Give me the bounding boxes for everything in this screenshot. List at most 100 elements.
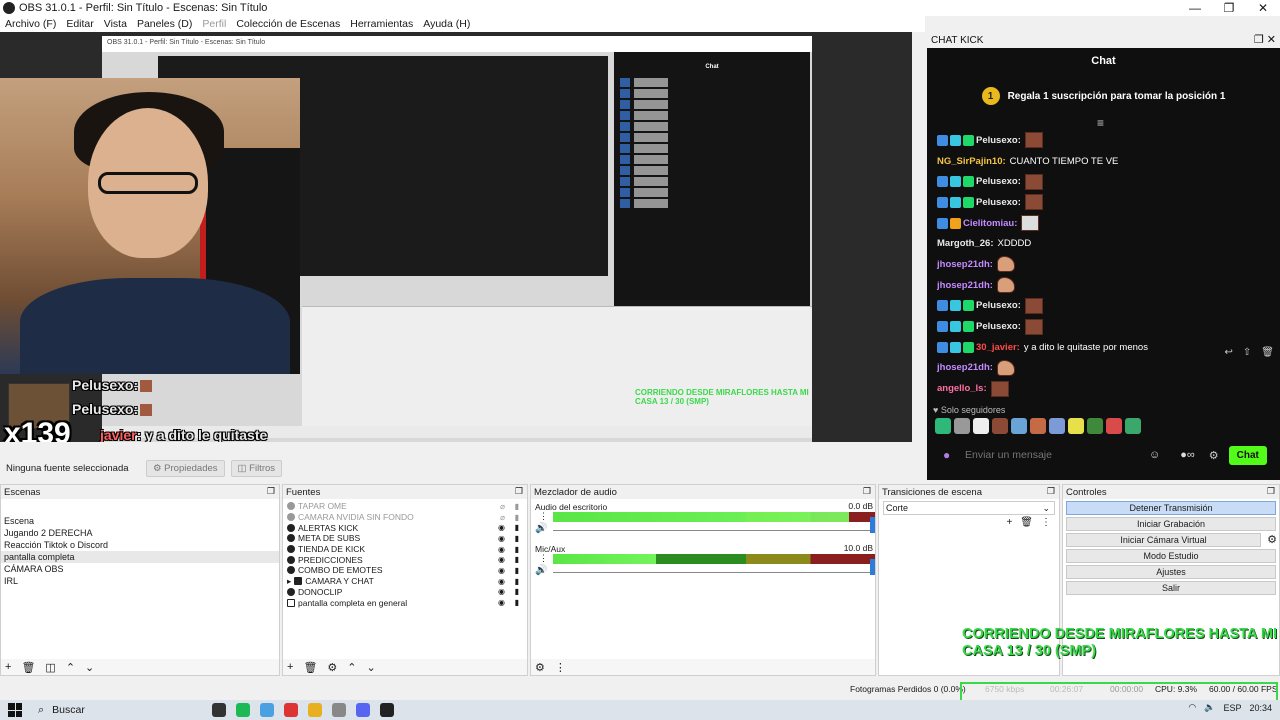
menu-coleccion-escenas[interactable]: Colección de Escenas	[231, 18, 345, 30]
emote-icon[interactable]	[954, 418, 970, 434]
channel-menu-icon[interactable]: ⋮	[539, 511, 548, 522]
scene-item[interactable]: CÁMARA OBS	[1, 563, 279, 575]
menu-vista[interactable]: Vista	[99, 18, 132, 30]
start-virtual-camera-button[interactable]: Iniciar Cámara Virtual	[1066, 533, 1261, 547]
menu-editar[interactable]: Editar	[61, 18, 98, 30]
add-transition-icon[interactable]: +	[1006, 517, 1012, 528]
mic-icon[interactable]: ●	[943, 448, 957, 462]
send-chat-button[interactable]: Chat	[1228, 445, 1267, 465]
dock-float-icon[interactable]: ❐	[1047, 486, 1055, 497]
settings-button[interactable]: Ajustes	[1066, 565, 1276, 579]
scene-item[interactable]: Jugando 2 DERECHA	[1, 527, 279, 539]
close-button[interactable]: ✕	[1246, 0, 1280, 16]
move-down-icon[interactable]: ⌄	[85, 661, 94, 674]
menu-perfil[interactable]: Perfil	[197, 18, 231, 30]
source-item[interactable]: TIENDA DE KICK ◉ ▮	[283, 544, 527, 555]
chat-message[interactable]: jhosep21dh:	[937, 358, 1272, 379]
slider-handle[interactable]	[870, 517, 875, 533]
emote-icon[interactable]	[1049, 418, 1065, 434]
move-up-icon[interactable]: ⌃	[347, 661, 356, 674]
clock[interactable]: 20:34	[1249, 703, 1272, 713]
properties-button[interactable]: ⚙ Propiedades	[146, 459, 225, 477]
emote-icon[interactable]	[935, 418, 951, 434]
dock-float-icon[interactable]: ❐	[863, 486, 871, 497]
source-item[interactable]: ALERTAS KICK ◉ ▮	[283, 522, 527, 533]
advanced-audio-icon[interactable]: ⚙	[535, 661, 545, 674]
app-icon[interactable]	[284, 703, 298, 717]
source-item[interactable]: CAMARA NVIDIA SIN FONDO ⌀ ▮	[283, 512, 527, 523]
slider-handle[interactable]	[870, 559, 875, 575]
chat-message[interactable]: Pelusexo:	[937, 171, 1272, 192]
source-item[interactable]: TAPAR OME ⌀ ▮	[283, 501, 527, 512]
source-item[interactable]: COMBO DE EMOTES ◉ ▮	[283, 565, 527, 576]
spotify-icon[interactable]	[236, 703, 250, 717]
dock-float-icon[interactable]: ❐	[1267, 486, 1275, 497]
app-icon[interactable]	[332, 703, 346, 717]
transition-menu-icon[interactable]: ⋮	[1041, 517, 1051, 528]
chat-paused-icon[interactable]: ≡	[1097, 116, 1104, 130]
chat-message[interactable]: Pelusexo:	[937, 192, 1272, 213]
menu-archivo[interactable]: Archivo (F)	[0, 18, 61, 30]
channel-points-icon[interactable]: ●∞	[1180, 449, 1195, 461]
remove-source-icon[interactable]: 🗑	[303, 661, 317, 674]
add-scene-icon[interactable]: +	[5, 661, 11, 673]
studio-mode-button[interactable]: Modo Estudio	[1066, 549, 1276, 563]
chat-message[interactable]: jhosep21dh:	[937, 275, 1272, 296]
volume-icon[interactable]: 🔈	[1204, 702, 1215, 713]
emote-icon[interactable]	[973, 418, 989, 434]
chrome-icon[interactable]	[308, 703, 322, 717]
chat-message[interactable]: Cielitomiau:	[937, 213, 1272, 234]
dock-float-icon[interactable]: ❐	[515, 486, 523, 497]
start-recording-button[interactable]: Iniciar Grabación	[1066, 517, 1276, 531]
explorer-icon[interactable]	[260, 703, 274, 717]
task-view-icon[interactable]	[212, 703, 226, 717]
channel-menu-icon[interactable]: ⋮	[539, 553, 548, 564]
emote-icon[interactable]	[1087, 418, 1103, 434]
discord-icon[interactable]	[356, 703, 370, 717]
emote-icon[interactable]	[1011, 418, 1027, 434]
move-down-icon[interactable]: ⌄	[367, 661, 376, 674]
wifi-icon[interactable]: ◠	[1188, 702, 1196, 713]
transition-select[interactable]: Corte ⌄	[883, 501, 1055, 515]
emote-icon[interactable]	[992, 418, 1008, 434]
speaker-icon[interactable]: 🔊	[535, 565, 547, 576]
source-item[interactable]: PREDICCIONES ◉ ▮	[283, 554, 527, 565]
dock-float-close-icon[interactable]: ❐ ✕	[1254, 33, 1276, 46]
source-item[interactable]: META DE SUBS ◉ ▮	[283, 533, 527, 544]
scene-item[interactable]: IRL	[1, 575, 279, 587]
emote-icon[interactable]	[1125, 418, 1141, 434]
scene-item[interactable]: Escena	[1, 515, 279, 527]
remove-scene-icon[interactable]: 🗑	[21, 661, 35, 674]
menu-ayuda[interactable]: Ayuda (H)	[418, 18, 475, 30]
windows-start-icon[interactable]	[8, 703, 22, 717]
chat-message[interactable]: Pelusexo:	[937, 296, 1272, 317]
gear-icon[interactable]: ⚙	[1209, 449, 1219, 462]
volume-slider[interactable]	[553, 559, 875, 575]
filters-button[interactable]: ◫ Filtros	[230, 459, 283, 477]
chat-message[interactable]: Margoth_26: XDDDD	[937, 233, 1272, 254]
volume-slider[interactable]	[553, 517, 875, 533]
scene-item[interactable]: Reacción Tiktok o Discord	[1, 539, 279, 551]
mixer-menu-icon[interactable]: ⋮	[555, 661, 566, 674]
gear-icon[interactable]: ⚙	[1267, 533, 1277, 546]
source-item[interactable]: pantalla completa en general ◉ ▮	[283, 597, 527, 608]
chat-message[interactable]: angello_ls:	[937, 378, 1272, 399]
scene-item[interactable]: pantalla completa	[1, 551, 279, 563]
preview-canvas[interactable]: OBS 31.0.1 - Perfil: Sin Título - Escena…	[0, 32, 912, 442]
obs-taskbar-icon[interactable]	[380, 703, 394, 717]
chat-message[interactable]: 30_javier: y a dito le quitaste por menos	[937, 337, 1272, 358]
language-indicator[interactable]: ESP	[1223, 703, 1241, 713]
pinned-sub-goal[interactable]: 1 Regala 1 suscripción para tomar la pos…	[927, 76, 1280, 116]
taskbar-search[interactable]: ⌕ Buscar	[38, 702, 198, 718]
minimize-button[interactable]: —	[1178, 0, 1212, 16]
chat-message[interactable]: Pelusexo:	[937, 316, 1272, 337]
remove-transition-icon[interactable]: 🗑	[1020, 517, 1033, 528]
source-item[interactable]: DONOCLIP ◉ ▮	[283, 587, 527, 598]
chat-message[interactable]: Pelusexo:	[937, 130, 1272, 151]
scene-filters-icon[interactable]: ◫	[45, 661, 55, 674]
chat-message[interactable]: NG_SirPajin10: CUANTO TIEMPO TE VE	[937, 151, 1272, 172]
maximize-button[interactable]: ❐	[1212, 0, 1246, 16]
chat-message[interactable]: jhosep21dh:	[937, 254, 1272, 275]
source-properties-icon[interactable]: ⚙	[327, 661, 337, 674]
chat-message-input[interactable]	[965, 449, 1149, 461]
